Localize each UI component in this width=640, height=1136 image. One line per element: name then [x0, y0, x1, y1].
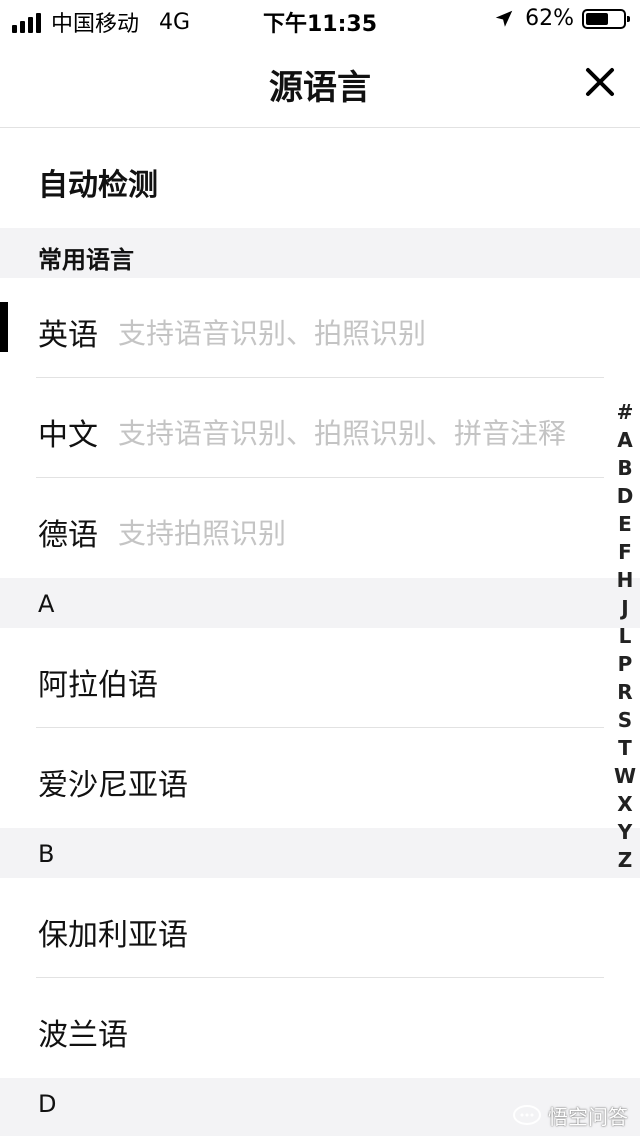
- battery-fill: [586, 12, 608, 25]
- index-letter[interactable]: B: [612, 454, 638, 482]
- language-item-english[interactable]: 英语 支持语音识别、拍照识别: [0, 278, 640, 378]
- language-name: 德语: [38, 518, 98, 553]
- language-desc: 支持语音识别、拍照识别: [118, 317, 427, 350]
- page-title: 源语言: [269, 68, 371, 108]
- language-name: 保加利亚语: [38, 918, 188, 953]
- location-arrow-icon: [495, 10, 513, 27]
- index-letter[interactable]: R: [612, 678, 638, 706]
- index-letter[interactable]: S: [612, 706, 638, 734]
- language-item[interactable]: 阿拉伯语: [0, 628, 640, 728]
- language-item[interactable]: 保加利亚语: [0, 878, 640, 978]
- section-header-a: A: [0, 578, 640, 628]
- index-letter[interactable]: D: [612, 482, 638, 510]
- section-header-label: D: [38, 1090, 57, 1118]
- battery-icon: [582, 8, 630, 29]
- auto-detect-item[interactable]: 自动检测: [0, 128, 640, 227]
- index-letter[interactable]: F: [612, 538, 638, 566]
- section-header-label: 常用语言: [38, 246, 134, 274]
- index-letter[interactable]: H: [612, 566, 638, 594]
- selected-indicator: [0, 302, 8, 352]
- index-letter[interactable]: Y: [612, 818, 638, 846]
- language-item[interactable]: 波兰语: [0, 978, 640, 1078]
- language-item[interactable]: 爱沙尼亚语: [0, 728, 640, 828]
- status-bar: 中国移动 4G 下午11:35 62%: [0, 0, 640, 40]
- language-name: 中文: [38, 418, 98, 453]
- index-letter[interactable]: A: [612, 426, 638, 454]
- index-letter[interactable]: #: [612, 398, 638, 426]
- language-name: 英语: [38, 318, 98, 353]
- language-name: 波兰语: [38, 1018, 128, 1053]
- index-letter[interactable]: J: [612, 594, 638, 622]
- section-header-b: B: [0, 828, 640, 878]
- index-letter[interactable]: T: [612, 734, 638, 762]
- nav-bar: 源语言: [0, 40, 640, 128]
- language-name: 阿拉伯语: [38, 668, 158, 703]
- language-desc: 支持拍照识别: [118, 517, 287, 550]
- alphabet-index[interactable]: # A B D E F H J L P R S T W X Y Z: [612, 398, 638, 874]
- chat-bubble-icon: [513, 1104, 541, 1125]
- index-letter[interactable]: Z: [612, 846, 638, 874]
- section-header-label: B: [38, 840, 55, 868]
- battery-percent: 62%: [525, 6, 574, 31]
- index-letter[interactable]: E: [612, 510, 638, 538]
- status-right: 62%: [493, 6, 630, 31]
- watermark: 悟空问答: [512, 1101, 628, 1130]
- watermark-label: 悟空问答: [548, 1105, 628, 1129]
- language-item-chinese[interactable]: 中文 支持语音识别、拍照识别、拼音注释: [0, 378, 640, 478]
- close-icon[interactable]: [580, 62, 620, 102]
- language-name: 爱沙尼亚语: [38, 768, 188, 803]
- index-letter[interactable]: P: [612, 650, 638, 678]
- language-item-german[interactable]: 德语 支持拍照识别: [0, 478, 640, 578]
- index-letter[interactable]: X: [612, 790, 638, 818]
- index-letter[interactable]: L: [612, 622, 638, 650]
- section-header-common: 常用语言: [0, 228, 640, 278]
- auto-detect-label: 自动检测: [38, 168, 158, 203]
- section-header-label: A: [38, 590, 55, 618]
- index-letter[interactable]: W: [612, 762, 638, 790]
- language-desc: 支持语音识别、拍照识别、拼音注释: [118, 417, 567, 450]
